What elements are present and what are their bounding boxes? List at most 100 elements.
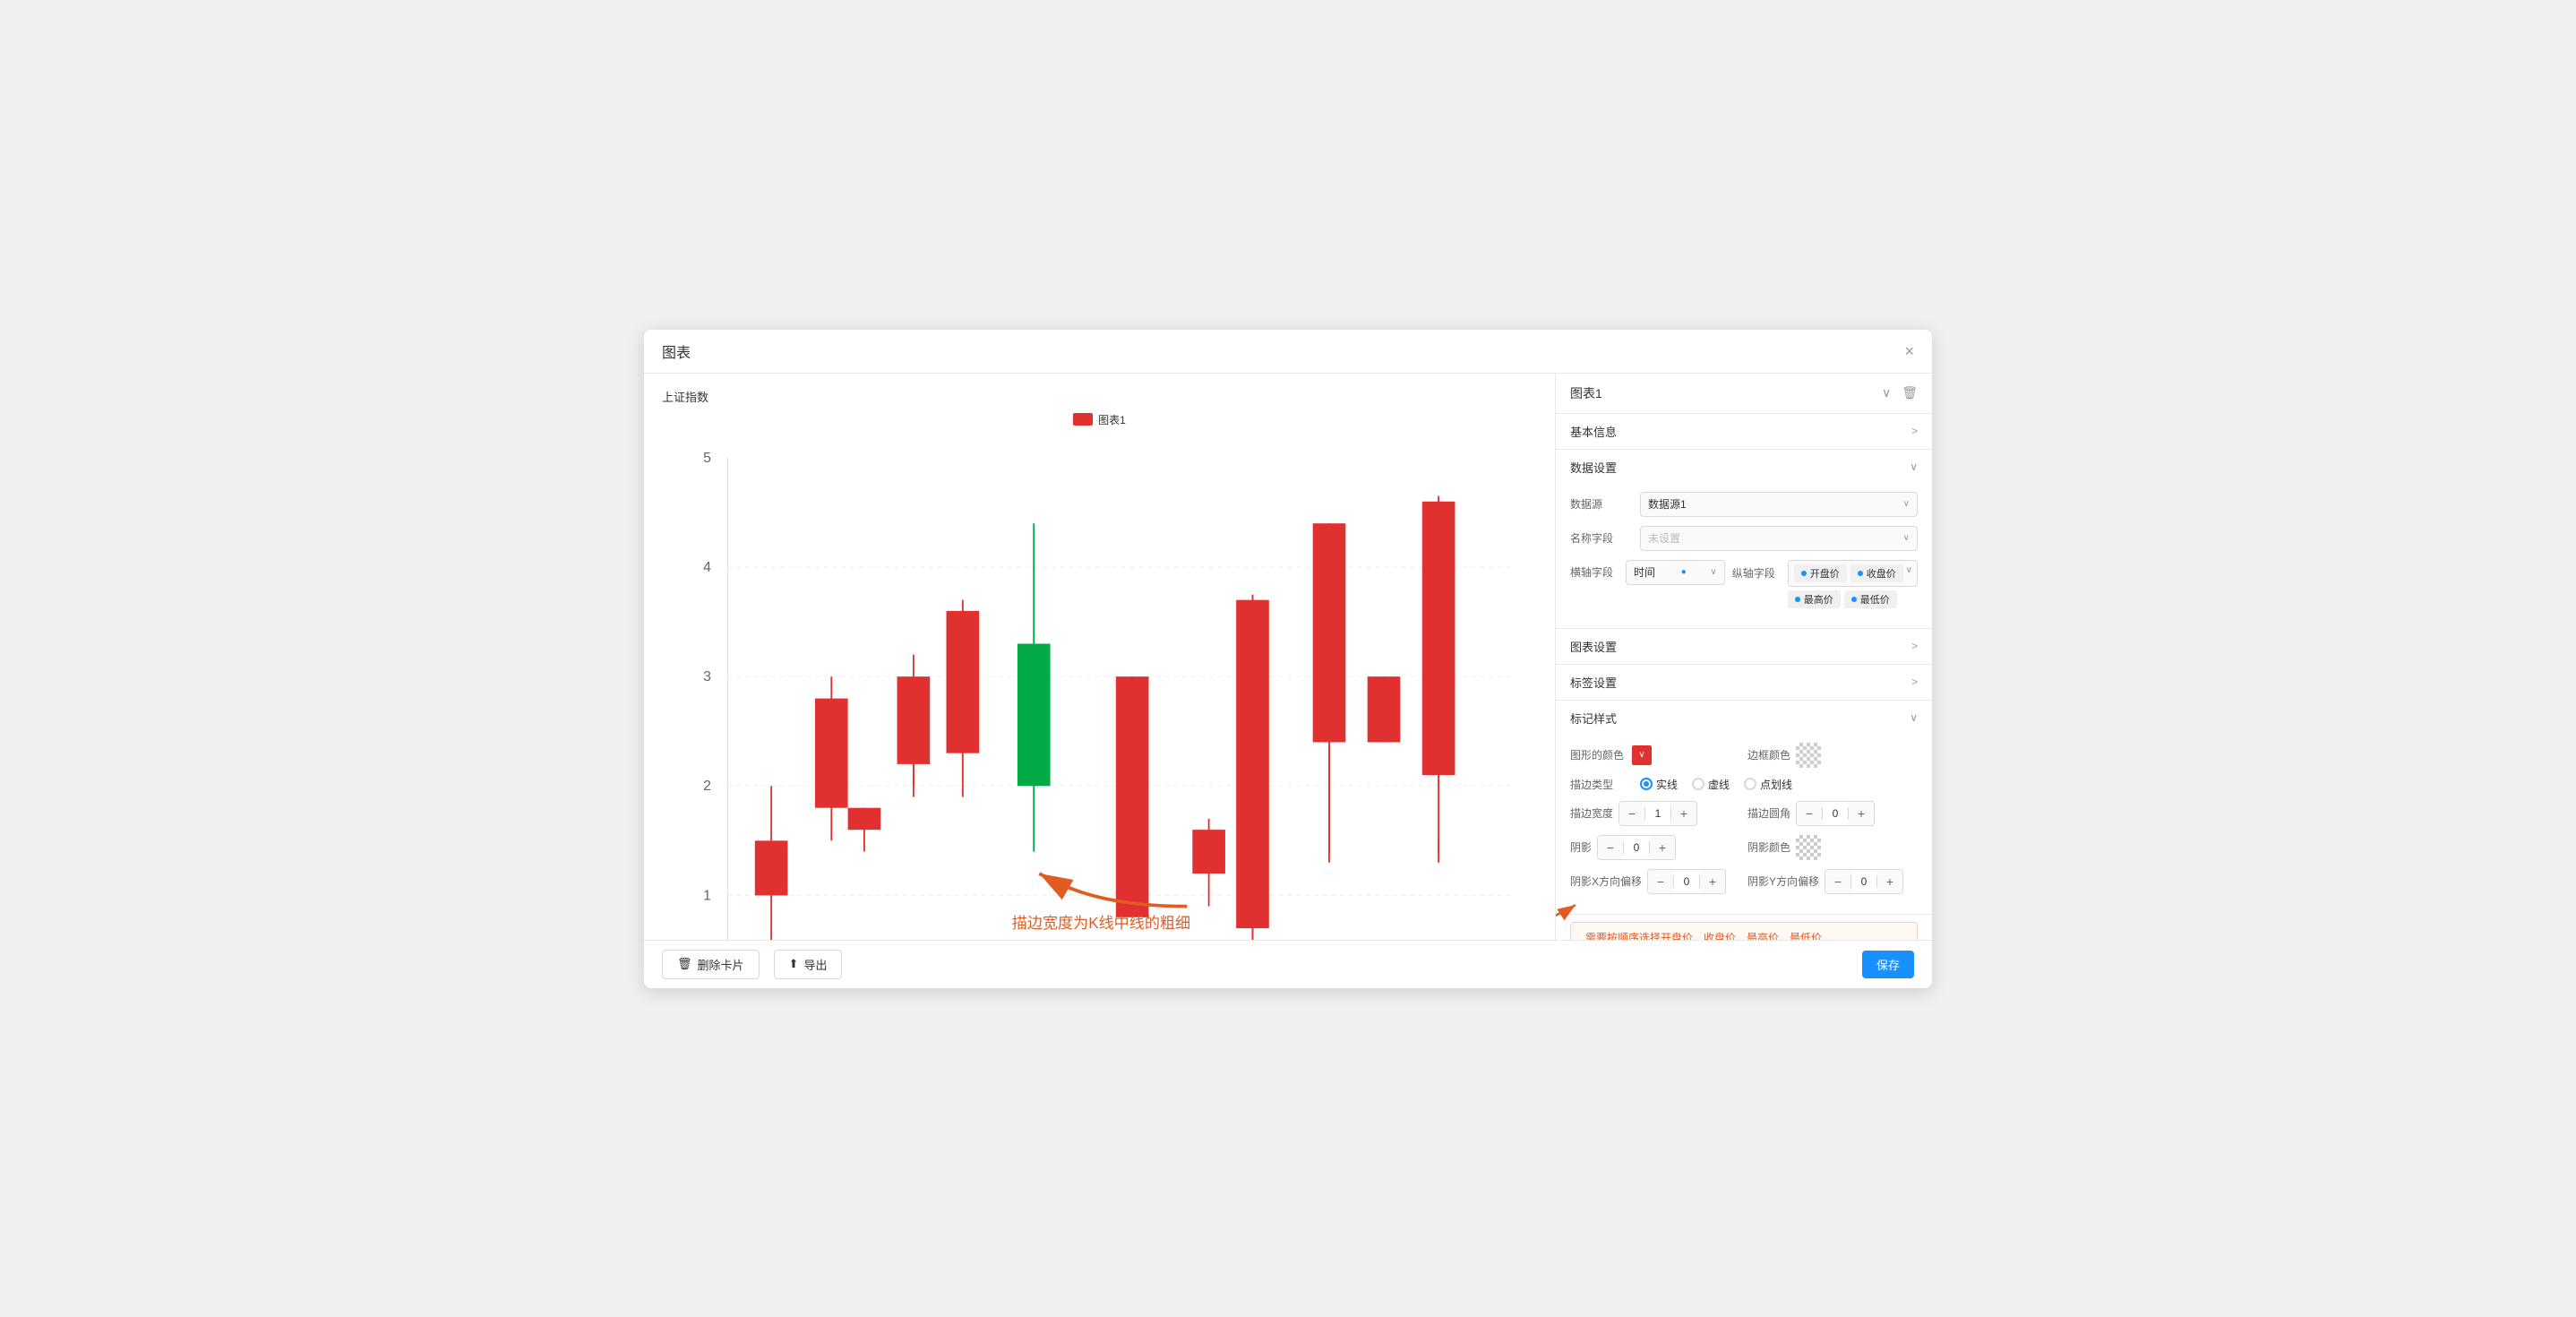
border-width-stepper[interactable]: − 1 + [1619,801,1697,826]
shape-color-swatch[interactable]: ∨ [1629,743,1654,768]
radio-dashed-circle [1692,778,1704,790]
data-settings-header[interactable]: 数据设置 ∨ [1556,450,1932,485]
x-axis-info-icon: ● [1681,567,1687,577]
svg-text:2: 2 [703,779,711,794]
datasource-arrow-icon: ∨ [1903,499,1910,509]
radio-solid-dot [1644,781,1649,787]
shadow-row: 阴影 − 0 + 阴影颜色 [1570,835,1918,860]
shadow-color-swatch[interactable] [1796,835,1821,860]
modal-body: 上证指数 图表1 5 4 3 2 1 0 [644,374,1932,940]
radio-dotted[interactable]: 点划线 [1744,777,1792,792]
shadow-item: 阴影 − 0 + [1570,835,1740,860]
radio-dashed[interactable]: 虚线 [1692,777,1730,792]
marker-style-title: 标记样式 [1570,710,1617,727]
basic-info-header[interactable]: 基本信息 > [1556,414,1932,449]
name-field-select[interactable]: 未设置 ∨ [1640,526,1918,551]
svg-text:1: 1 [703,888,711,903]
shadow-x-plus-btn[interactable]: + [1700,869,1725,894]
border-type-radio-group: 实线 虚线 点划线 [1640,777,1792,792]
chart-title: 上证指数 [662,388,1537,405]
shadow-y-value: 0 [1850,875,1877,888]
shadow-x-value: 0 [1673,875,1700,888]
shape-color-label: 图形的颜色 [1570,747,1624,762]
border-width-minus-btn[interactable]: − [1619,801,1644,826]
export-button[interactable]: ⬆ 导出 [774,950,843,979]
tag-dot-icon3 [1795,597,1800,602]
tag-dot-icon4 [1851,597,1857,602]
delete-card-button[interactable]: 🗑 删除卡片 [662,950,760,979]
axis-fields-container: 横轴字段 时间 ● ∨ 纵轴字段 [1570,560,1918,608]
legend-label: 图表1 [1098,412,1126,427]
datasource-select[interactable]: 数据源1 ∨ [1640,492,1918,517]
svg-text:5: 5 [703,450,711,465]
shadow-value: 0 [1623,841,1650,854]
chart-canvas: 5 4 3 2 1 0 2023-04-28 2023-04-30 2023-0… [662,435,1537,940]
border-width-row: 描边宽度 − 1 + 描边圆角 − 0 [1570,801,1918,826]
tag-low-label: 最低价 [1860,592,1890,607]
tag-dot-icon [1801,571,1807,576]
marker-style-chevron: ∨ [1910,711,1918,724]
shadow-stepper[interactable]: − 0 + [1597,835,1676,860]
modal-title: 图表 [662,340,691,362]
label-settings-header[interactable]: 标签设置 > [1556,665,1932,700]
x-axis-label: 横轴字段 [1570,564,1620,580]
shadow-x-item: 阴影X方向偏移 − 0 + [1570,869,1740,894]
right-panel: 图表1 ∨ 🗑 基本信息 > 数据设置 ∨ [1556,374,1932,940]
annotation-text: 需要按顺序选择开盘价、收盘价、最高价、最低价 [1585,932,1822,940]
shadow-plus-btn[interactable]: + [1650,835,1675,860]
x-axis-row: 横轴字段 时间 ● ∨ [1570,560,1725,585]
marker-style-header[interactable]: 标记样式 ∨ [1556,701,1932,736]
border-radius-minus-btn[interactable]: − [1797,801,1822,826]
label-settings-chevron: > [1911,676,1918,688]
name-field-arrow-icon: ∨ [1903,533,1910,543]
basic-info-title: 基本信息 [1570,423,1617,440]
y-axis-tags: 开盘价 收盘价 ∨ [1788,560,1918,608]
svg-text:3: 3 [703,669,711,684]
modal-header: 图表 × [644,330,1932,374]
save-button[interactable]: 保存 [1862,951,1914,978]
border-radius-plus-btn[interactable]: + [1849,801,1874,826]
shape-color-inner: ∨ [1632,745,1652,765]
tag-high-label: 最高价 [1804,592,1833,607]
shadow-x-stepper[interactable]: − 0 + [1647,869,1726,894]
chart-legend: 图表1 [662,412,1537,427]
tag-open-label: 开盘价 [1810,566,1840,581]
marker-style-body: 图形的颜色 ∨ 边框颜色 [1556,736,1932,914]
border-width-label: 描边宽度 [1570,805,1613,821]
shadow-y-stepper[interactable]: − 0 + [1825,869,1903,894]
candlestick-svg: 5 4 3 2 1 0 2023-04-28 2023-04-30 2023-0… [662,435,1537,940]
color-row: 图形的颜色 ∨ 边框颜色 [1570,743,1918,768]
shadow-offset-row: 阴影X方向偏移 − 0 + 阴影Y方向偏移 − 0 [1570,869,1918,894]
chart-settings-header[interactable]: 图表设置 > [1556,629,1932,664]
shadow-y-minus-btn[interactable]: − [1825,869,1850,894]
shape-color-item: 图形的颜色 ∨ [1570,743,1740,768]
delete-card-label: 删除卡片 [698,956,744,973]
shadow-y-plus-btn[interactable]: + [1877,869,1902,894]
chart-area: 上证指数 图表1 5 4 3 2 1 0 [644,374,1556,940]
data-settings-chevron: ∨ [1910,461,1918,473]
marker-style-section: 标记样式 ∨ 图形的颜色 ∨ [1556,701,1932,915]
basic-info-section: 基本信息 > [1556,414,1932,450]
export-label: 导出 [803,956,827,973]
shadow-color-item: 阴影颜色 [1747,835,1918,860]
shadow-minus-btn[interactable]: − [1598,835,1623,860]
border-radius-stepper[interactable]: − 0 + [1796,801,1875,826]
panel-collapse-icon[interactable]: ∨ [1882,385,1891,400]
border-width-value: 1 [1644,807,1671,820]
border-color-swatch[interactable] [1796,743,1821,768]
border-width-plus-btn[interactable]: + [1671,801,1696,826]
shadow-x-label: 阴影X方向偏移 [1570,874,1642,889]
legend-color-swatch [1073,413,1093,426]
y-axis-container: 纵轴字段 开盘价 收盘价 [1732,560,1918,608]
y-axis-arrow-icon: ∨ [1906,565,1912,575]
x-axis-select[interactable]: 时间 ● ∨ [1626,560,1725,585]
close-button[interactable]: × [1904,343,1914,359]
y-axis-tag-container[interactable]: 开盘价 收盘价 ∨ [1788,560,1918,587]
name-field-placeholder: 未设置 [1648,530,1680,546]
radio-solid[interactable]: 实线 [1640,777,1678,792]
chart-settings-chevron: > [1911,640,1918,652]
save-label: 保存 [1876,956,1900,973]
panel-delete-icon[interactable]: 🗑 [1902,385,1918,400]
data-settings-body: 数据源 数据源1 ∨ 名称字段 未设置 ∨ [1556,485,1932,628]
shadow-x-minus-btn[interactable]: − [1648,869,1673,894]
